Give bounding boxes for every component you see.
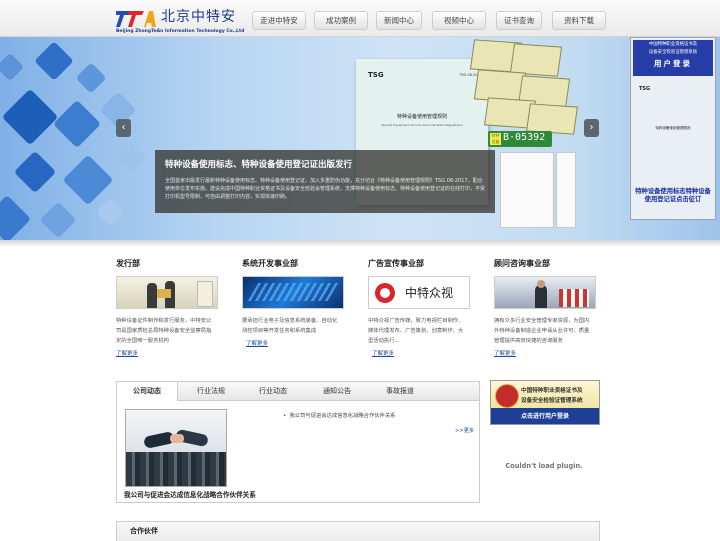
section-image-consulting: [494, 276, 596, 309]
login-doc-title: 特种设备使用管理规则: [655, 126, 691, 130]
tab-industry-news[interactable]: 行业动态: [243, 382, 303, 400]
login-header-main: 用户登录: [654, 59, 692, 68]
section-system-dev: 系统开发事业部 要承担行业电子及信息系统装备、自动化测控项目等开发任务和系统集成…: [242, 258, 344, 347]
equipment-plate: 特种设备 B·05392: [488, 131, 552, 147]
banner-decor: [1, 88, 59, 146]
news-more-link[interactable]: >>更多: [455, 427, 474, 434]
section-issuance: 发行部 特种设备证件制作和发行服务，中特安公司是国家质检总局特种设备安全监察局指…: [116, 258, 218, 357]
user-login-panel[interactable]: 中国特种职业资格证书及 设备安全检验证管理系统 用户登录 TSG 特种设备使用管…: [630, 37, 716, 220]
banner-decor: [95, 197, 125, 227]
side-ad-line3: 点击进行用户登录: [520, 413, 569, 420]
doc-tsg: TSG: [368, 71, 384, 79]
registration-certificate-image: [556, 152, 576, 228]
logo-name-cn: 北京中特安: [161, 9, 236, 25]
nav-news[interactable]: 新闻中心: [376, 11, 422, 30]
nav-cases[interactable]: 成功案例: [314, 11, 368, 30]
news-item-title: 我公司与促进会达成信息化战略合作伙伴关系: [289, 413, 396, 419]
news-feature-image[interactable]: [125, 409, 227, 487]
tab-industry-regulations[interactable]: 行业法规: [181, 382, 241, 400]
company-logo[interactable]: 北京中特安 Beijing ZhongTeAn Information Tech…: [116, 4, 248, 34]
login-subscribe-link[interactable]: 特种设备使用标志特种设备使用登记证点击征订: [633, 188, 713, 204]
header-bar: 北京中特安 Beijing ZhongTeAn Information Tech…: [0, 0, 720, 37]
doc-title: 特种设备使用管理规则: [396, 114, 447, 120]
side-ad-line1: 中国特种职业资格证书及: [521, 388, 583, 394]
login-header-line2: 设备安全检验证管理系统: [648, 50, 698, 55]
banner-decor: [13, 150, 57, 194]
banner-decor: [39, 201, 77, 239]
section-advertising: 广告宣传事业部 中特众视 中特众视广告传媒，致力电视栏目制作、媒体代理发布、广告…: [368, 258, 470, 357]
banner-decor: [0, 194, 32, 240]
tab-accident-reports[interactable]: 事故报道: [370, 382, 430, 400]
banner-shadow-divider: [0, 240, 720, 247]
banner-next-icon[interactable]: ›: [584, 119, 599, 137]
banner-caption-title: 特种设备使用标志、特种设备使用登记证出版发行: [165, 160, 353, 170]
login-doc-tsg: TSG: [639, 86, 651, 92]
login-panel-header: 中国特种职业资格证书及 设备安全检验证管理系统 用户登录: [633, 40, 713, 76]
partners-header: 合作伙伴: [116, 521, 600, 541]
banner-decor: [115, 142, 147, 174]
section-image-advertising: 中特众视: [368, 276, 470, 309]
section-title: 发行部: [116, 259, 140, 268]
registration-certificate-image: [500, 152, 554, 228]
news-tab-panel: 公司动态 行业法规 行业动态 通知公告 事故报道 我公司与促进会达成信息化战略合…: [116, 381, 480, 503]
banner-caption-desc: 全国首家出版发行最新特种设备使用标志、特种设备使用登记证，加入多重防伪功能，充分…: [165, 178, 486, 201]
section-consulting: 顾问咨询事业部 拥有众多行业安全管理专家资源，为国内外特种设备制造企业申请从业许…: [494, 258, 596, 357]
plate-tag: 特种设备: [490, 133, 501, 145]
tab-company-news[interactable]: 公司动态: [117, 382, 178, 401]
logo-mark-icon: [116, 11, 156, 27]
section-more-link[interactable]: 了解更多: [246, 339, 268, 347]
section-image-system-dev: [242, 276, 344, 309]
section-more-link[interactable]: 了解更多: [494, 349, 516, 357]
login-header-line1: 中国特种职业资格证书及: [648, 42, 698, 47]
tab-notices[interactable]: 通知公告: [307, 382, 367, 400]
section-desc: 拥有众多行业安全管理专家资源，为国内外特种设备制造企业申请从业许可、质量管理提供…: [494, 318, 590, 344]
section-image-issuance: [116, 276, 218, 309]
plate-number: B·05392: [503, 132, 546, 143]
banner-decor: [0, 52, 25, 82]
nav-downloads[interactable]: 资料下载: [552, 11, 606, 30]
section-desc: 中特众视广告传媒，致力电视栏目制作、媒体代理发布、广告策划、创意制作、大型活动执…: [368, 318, 464, 344]
hero-banner[interactable]: ‹ › TSG TSG 08-2017 特种设备使用管理规则 Special E…: [0, 37, 720, 240]
side-login-ad[interactable]: 中国特种职业资格证书及 设备安全检验证管理系统 点击进行用户登录: [490, 380, 600, 425]
section-title: 顾问咨询事业部: [494, 259, 550, 268]
doc-subtitle: Special Equipment Service Administrative…: [381, 123, 463, 127]
banner-caption: 特种设备使用标志、特种设备使用登记证出版发行 全国首家出版发行最新特种设备使用标…: [155, 150, 495, 213]
logo-name-en: Beijing ZhongTeAn Information Technology…: [116, 29, 245, 34]
advertising-brand-text: 中特众视: [405, 286, 454, 300]
news-tab-bar: 公司动态 行业法规 行业动态 通知公告 事故报道: [117, 382, 479, 401]
section-title: 系统开发事业部: [242, 259, 298, 268]
section-more-link[interactable]: 了解更多: [116, 349, 138, 357]
side-ad-line2: 设备安全检验证管理系统: [521, 398, 583, 404]
nav-certificate-query[interactable]: 证书查询: [496, 11, 542, 30]
banner-decor: [52, 99, 102, 149]
banner-decor: [62, 154, 114, 206]
nav-about[interactable]: 走进中特安: [252, 11, 306, 30]
emblem-icon: [495, 384, 519, 408]
nav-video[interactable]: 视频中心: [432, 11, 486, 30]
banner-decor: [34, 41, 74, 81]
news-feature-caption[interactable]: 我公司与促进会达成信息化战略合作伙伴关系: [124, 489, 256, 499]
usage-sign-card: [526, 103, 578, 135]
partners-title: 合作伙伴: [130, 527, 158, 535]
banner-prev-icon[interactable]: ‹: [116, 119, 131, 137]
news-list-item[interactable]: • 我公司与促进会达成信息化战略合作伙伴关系: [283, 411, 395, 419]
section-more-link[interactable]: 了解更多: [372, 349, 394, 357]
plugin-error-message: Couldn't load plugin.: [505, 462, 583, 470]
section-desc: 特种设备证件制作和发行服务，中特安公司是国家质检总局特种设备安全监察局指定的全国…: [116, 318, 212, 344]
section-title: 广告宣传事业部: [368, 259, 424, 268]
banner-decor: [75, 62, 107, 94]
section-desc: 要承担行业电子及信息系统装备、自动化测控项目等开发任务和系统集成: [242, 318, 338, 334]
